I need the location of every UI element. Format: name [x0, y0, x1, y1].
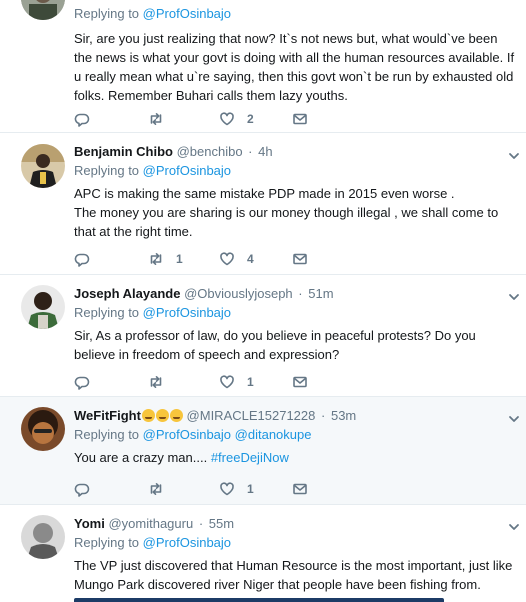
reply-icon [74, 483, 90, 497]
retweet-button[interactable]: 1 [148, 251, 186, 267]
more-options-button[interactable] [508, 521, 520, 533]
retweet-icon [150, 113, 162, 125]
reply-button[interactable] [74, 374, 90, 390]
unamused-emoji-icon [141, 409, 155, 422]
tweet-header: WeFitFight @MIRACLE15271228 · 53m [74, 408, 357, 423]
chevron-down-icon [509, 524, 519, 530]
retweet-button[interactable] [148, 111, 164, 127]
direct-message-button[interactable] [292, 111, 308, 127]
chevron-down-icon [509, 294, 519, 300]
avatar[interactable] [21, 0, 65, 20]
envelope-icon [293, 113, 307, 125]
mention-link[interactable]: @ProfOsinbajo [143, 163, 231, 178]
tweet[interactable]: Replying to @ProfOsinbajo Sir, are you j… [0, 0, 526, 133]
chevron-down-icon [509, 153, 519, 159]
author-name[interactable]: Joseph Alayande [74, 286, 180, 301]
heart-icon [220, 375, 234, 389]
tweet-text: Sir, are you just realizing that now? It… [74, 31, 515, 103]
like-button[interactable]: 1 [219, 374, 257, 390]
more-options-button[interactable] [508, 150, 520, 162]
tweet-header: Benjamin Chibo @benchibo · 4h [74, 144, 273, 159]
like-button[interactable]: 1 [219, 481, 257, 497]
more-options-button[interactable] [508, 413, 520, 425]
like-button[interactable]: 4 [219, 251, 257, 267]
tweet[interactable]: Yomi @yomithaguru · 55m Replying to @Pro… [0, 505, 526, 602]
timestamp[interactable]: 4h [258, 144, 272, 159]
like-button[interactable]: 2 [219, 111, 257, 127]
reply-icon [74, 253, 90, 267]
card-preview-edge [74, 598, 444, 602]
laughing-emoji-icon [155, 409, 169, 422]
heart-icon [220, 252, 234, 266]
like-count: 2 [247, 112, 254, 126]
author-name[interactable]: WeFitFight [74, 408, 141, 423]
tweet-text: The VP just discovered that Human Resour… [74, 558, 513, 592]
like-count: 4 [247, 252, 254, 266]
mention-link[interactable]: @ProfOsinbajo [143, 6, 231, 21]
mention-link[interactable]: @ProfOsinbajo [143, 305, 231, 320]
reply-icon [74, 376, 90, 390]
envelope-icon [293, 376, 307, 388]
retweet-icon [150, 376, 162, 388]
author-handle[interactable]: @MIRACLE15271228 [187, 408, 316, 423]
heart-icon [220, 482, 234, 496]
author-name[interactable]: Benjamin Chibo [74, 144, 173, 159]
replying-to: Replying to @ProfOsinbajo [74, 305, 232, 320]
like-count: 1 [247, 375, 254, 389]
envelope-icon [293, 483, 307, 495]
chevron-down-icon [509, 416, 519, 422]
direct-message-button[interactable] [292, 374, 308, 390]
tweet[interactable]: Joseph Alayande @Obviouslyjoseph · 51m R… [0, 275, 526, 397]
tweet[interactable]: Benjamin Chibo @benchibo · 4h Replying t… [0, 133, 526, 275]
author-handle[interactable]: @yomithaguru [108, 516, 193, 531]
avatar[interactable] [21, 144, 65, 188]
tweet-text: You are a crazy man.... #freeDejiNow [74, 450, 289, 465]
reply-button[interactable] [74, 251, 90, 267]
author-handle[interactable]: @Obviouslyjoseph [184, 286, 293, 301]
replying-to: Replying to @ProfOsinbajo [74, 163, 232, 178]
more-options-button[interactable] [508, 291, 520, 303]
avatar[interactable] [21, 515, 65, 559]
hashtag-link[interactable]: #freeDejiNow [211, 450, 289, 465]
tweet-header: Yomi @yomithaguru · 55m [74, 516, 235, 531]
retweet-button[interactable] [148, 481, 164, 497]
replying-to: Replying to @ProfOsinbajo [74, 6, 232, 21]
timestamp[interactable]: 55m [209, 516, 234, 531]
mention-link[interactable]: @ProfOsinbajo [143, 427, 231, 442]
author-handle[interactable]: @benchibo [177, 144, 243, 159]
avatar[interactable] [21, 285, 65, 329]
reply-button[interactable] [74, 111, 90, 127]
replying-to: Replying to @ProfOsinbajo @ditanokupe [74, 427, 312, 442]
timestamp[interactable]: 53m [331, 408, 356, 423]
heart-icon [220, 112, 234, 126]
laughing-emoji-icon [169, 409, 183, 422]
reply-icon [74, 113, 90, 127]
author-name[interactable]: Yomi [74, 516, 105, 531]
retweet-button[interactable] [148, 374, 164, 390]
timestamp[interactable]: 51m [308, 286, 333, 301]
replying-to: Replying to @ProfOsinbajo [74, 535, 232, 550]
mention-link[interactable]: @ditanokupe [235, 427, 312, 442]
tweet-text: Sir, As a professor of law, do you belie… [74, 328, 476, 362]
retweet-icon [150, 483, 162, 495]
mention-link[interactable]: @ProfOsinbajo [143, 535, 231, 550]
retweet-icon [150, 253, 162, 265]
reply-button[interactable] [74, 481, 90, 497]
envelope-icon [293, 253, 307, 265]
tweet-text: APC is making the same mistake PDP made … [74, 186, 499, 239]
like-count: 1 [247, 482, 254, 496]
tweet[interactable]: WeFitFight @MIRACLE15271228 · 53m Replyi… [0, 397, 526, 505]
avatar[interactable] [21, 407, 65, 451]
tweet-header: Joseph Alayande @Obviouslyjoseph · 51m [74, 286, 334, 301]
direct-message-button[interactable] [292, 481, 308, 497]
retweet-count: 1 [176, 252, 183, 266]
direct-message-button[interactable] [292, 251, 308, 267]
